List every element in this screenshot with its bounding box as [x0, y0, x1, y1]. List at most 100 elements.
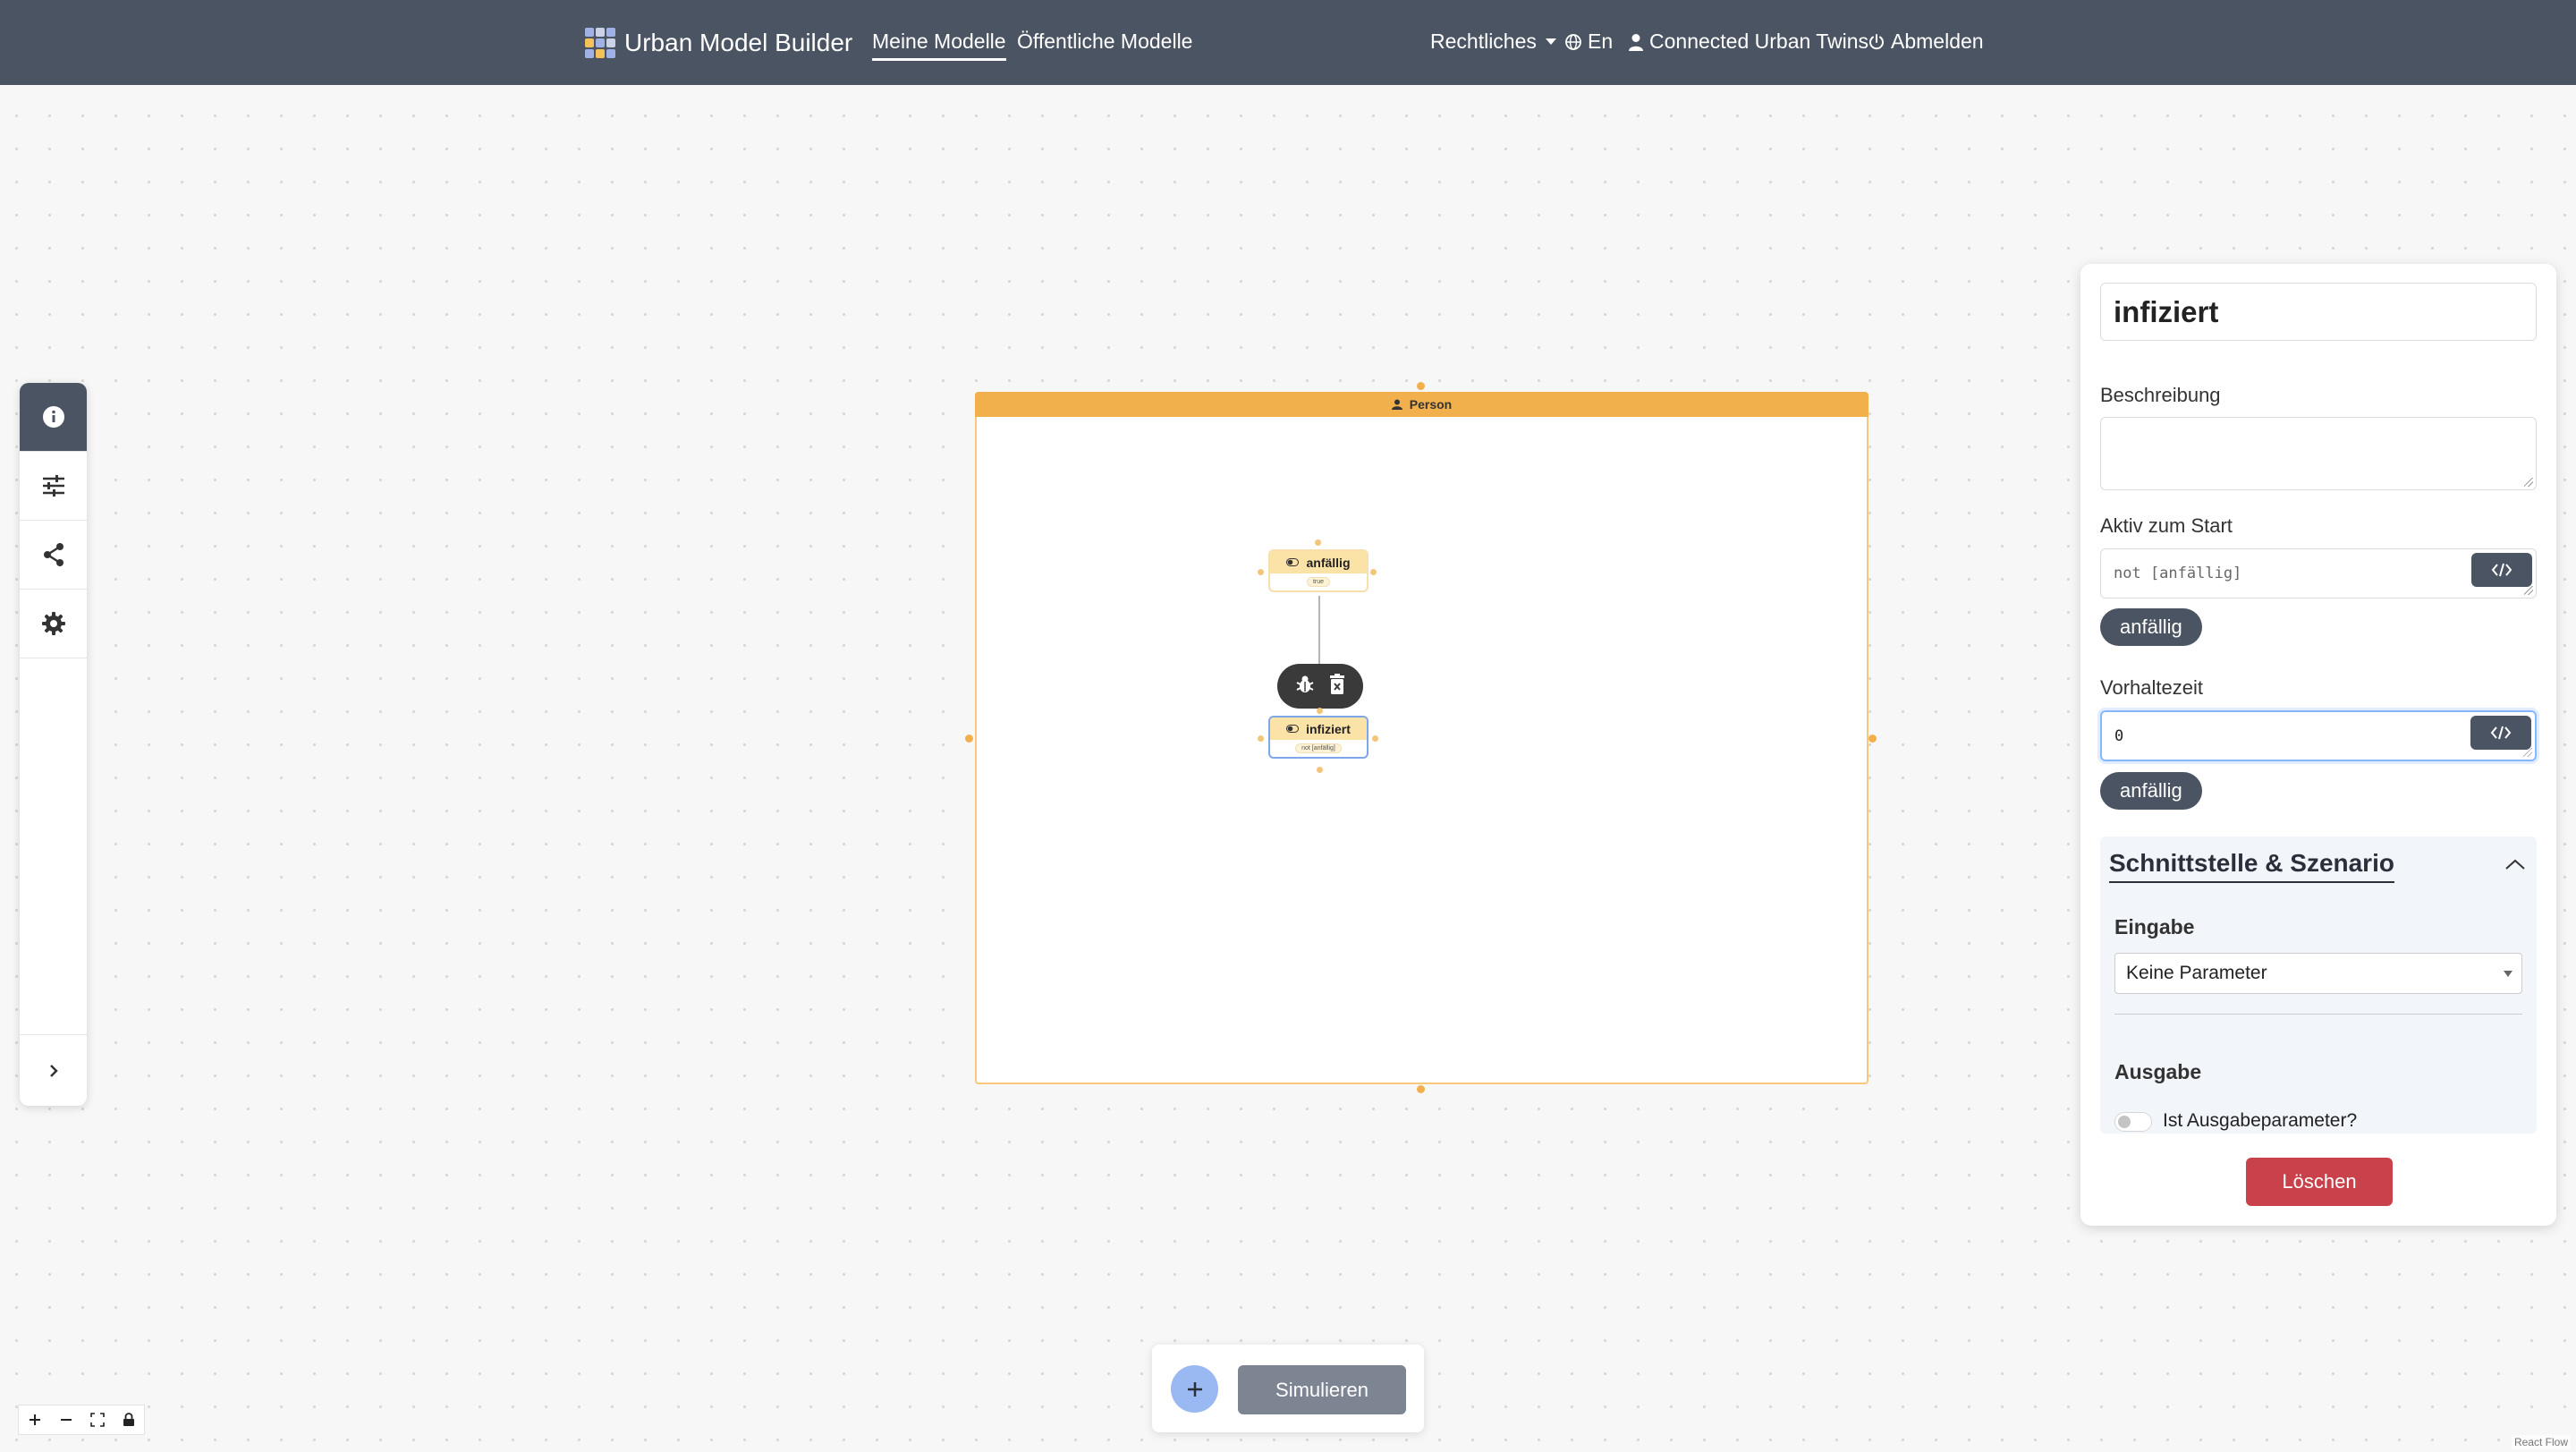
sliders-icon — [42, 475, 64, 497]
resize-handle-icon[interactable] — [2524, 478, 2533, 487]
user-icon — [1629, 33, 1643, 51]
fit-view-button[interactable] — [81, 1405, 113, 1434]
plus-icon — [1187, 1381, 1202, 1397]
node-handle-right[interactable] — [1372, 735, 1378, 742]
zoom-in-button[interactable] — [19, 1405, 50, 1434]
resize-handle-icon[interactable] — [2524, 586, 2533, 595]
state-node-expression: not [anfällig] — [1295, 743, 1342, 753]
input-parameter-value: Keine Parameter — [2126, 963, 2267, 983]
nav-link-oeffentliche-modelle[interactable]: Öffentliche Modelle — [1017, 30, 1192, 54]
section-title[interactable]: Schnittstelle & Szenario — [2109, 849, 2394, 883]
code-icon — [2491, 563, 2512, 577]
caret-down-icon — [2504, 971, 2512, 977]
group-handle-bottom[interactable] — [1417, 1085, 1425, 1093]
group-node-header[interactable]: Person — [975, 392, 1868, 417]
node-handle-right[interactable] — [1370, 569, 1377, 575]
share-icon — [43, 543, 64, 566]
group-node-person[interactable]: Person — [975, 392, 1868, 1084]
group-node-label: Person — [1409, 397, 1453, 412]
active-at-start-value: not [anfällig] — [2114, 565, 2242, 582]
zoom-out-button[interactable] — [50, 1405, 81, 1434]
node-handle-top[interactable] — [1317, 708, 1323, 714]
delete-node-button[interactable] — [1328, 673, 1346, 700]
zoom-controls — [18, 1405, 145, 1435]
parameters-button[interactable] — [20, 452, 87, 521]
active-at-start-variable-chip[interactable]: anfällig — [2100, 608, 2202, 646]
node-handle-top[interactable] — [1315, 539, 1321, 546]
lock-icon — [123, 1413, 134, 1426]
active-at-start-code-button[interactable] — [2471, 553, 2532, 587]
node-handle-bottom[interactable] — [1317, 767, 1323, 773]
state-node-anfaellig[interactable]: anfällig true — [1268, 549, 1368, 592]
node-toolbar — [1277, 664, 1363, 709]
divider — [2114, 1014, 2522, 1015]
logout-button[interactable]: Abmelden — [1868, 30, 1984, 54]
globe-icon — [1565, 33, 1581, 50]
input-label: Eingabe — [2114, 915, 2195, 938]
gear-icon — [41, 612, 65, 635]
brand[interactable]: Urban Model Builder — [585, 26, 852, 60]
settings-button[interactable] — [20, 590, 87, 658]
state-node-infiziert[interactable]: infiziert not [anfällig] — [1268, 716, 1368, 759]
state-node-expression: true — [1306, 577, 1331, 587]
delay-value: 0 — [2114, 726, 2124, 745]
language-switch[interactable]: En — [1564, 30, 1613, 54]
user-menu[interactable]: Connected Urban Twins — [1628, 30, 1868, 54]
bug-icon — [1296, 675, 1314, 692]
delete-icon — [1330, 673, 1344, 694]
resize-handle-icon[interactable] — [2523, 748, 2532, 757]
info-icon — [42, 406, 64, 428]
delay-input[interactable]: 0 — [2100, 710, 2537, 761]
person-icon — [1391, 399, 1402, 410]
simulate-button[interactable]: Simulieren — [1238, 1365, 1406, 1414]
expand-toolbar-button[interactable] — [20, 1034, 87, 1106]
chevron-up-icon[interactable] — [2504, 858, 2526, 875]
react-flow-attribution[interactable]: React Flow — [2511, 1435, 2571, 1449]
legal-dropdown-label: Rechtliches — [1430, 30, 1537, 53]
bottom-toolbar: Simulieren — [1152, 1345, 1424, 1432]
output-parameter-label: Ist Ausgabeparameter? — [2163, 1110, 2358, 1131]
input-parameter-select[interactable]: Keine Parameter — [2114, 953, 2522, 994]
nav-link-meine-modelle[interactable]: Meine Modelle — [872, 30, 1006, 61]
active-at-start-label: Aktiv zum Start — [2100, 514, 2233, 537]
state-node-header: anfällig — [1270, 551, 1367, 573]
code-icon — [2490, 726, 2512, 740]
active-at-start-input[interactable]: not [anfällig] — [2100, 548, 2537, 599]
minus-icon — [60, 1419, 72, 1421]
debug-node-button[interactable] — [1294, 674, 1316, 700]
delay-variable-chip[interactable]: anfällig — [2100, 772, 2202, 810]
info-button[interactable] — [20, 383, 87, 452]
toggle-icon — [1286, 558, 1300, 566]
description-label: Beschreibung — [2100, 384, 2221, 406]
state-node-header: infiziert — [1270, 718, 1367, 740]
brand-logo-icon — [585, 28, 615, 58]
delay-label: Vorhaltezeit — [2100, 676, 2203, 699]
logout-label: Abmelden — [1891, 30, 1984, 53]
fit-view-icon — [89, 1413, 105, 1427]
state-node-label: infiziert — [1306, 721, 1351, 736]
add-node-button[interactable] — [1171, 1365, 1218, 1413]
plus-icon — [29, 1414, 40, 1425]
group-handle-top[interactable] — [1417, 382, 1425, 390]
group-handle-right[interactable] — [1868, 734, 1877, 743]
share-button[interactable] — [20, 521, 87, 590]
node-name-input[interactable]: infiziert — [2100, 283, 2537, 341]
node-handle-left[interactable] — [1258, 735, 1264, 742]
toggle-icon — [1286, 725, 1300, 733]
caret-down-icon — [1545, 38, 1556, 45]
brand-title: Urban Model Builder — [624, 29, 853, 56]
interface-scenario-section: Schnittstelle & Szenario Eingabe Keine P… — [2100, 836, 2537, 1134]
description-textarea[interactable] — [2100, 417, 2537, 490]
top-navbar: Urban Model Builder Meine Modelle Öffent… — [0, 0, 2576, 85]
delete-button[interactable]: Löschen — [2246, 1158, 2393, 1206]
language-label: En — [1588, 30, 1614, 53]
lock-button[interactable] — [113, 1405, 144, 1434]
chevron-right-icon — [49, 1064, 58, 1077]
left-toolbar — [20, 383, 87, 1106]
group-handle-left[interactable] — [965, 734, 973, 743]
delay-code-button[interactable] — [2470, 716, 2531, 750]
legal-dropdown[interactable]: Rechtliches — [1430, 30, 1556, 54]
node-handle-left[interactable] — [1258, 569, 1264, 575]
output-label: Ausgabe — [2114, 1060, 2202, 1083]
properties-panel: infiziert Beschreibung Aktiv zum Start n… — [2080, 264, 2556, 1226]
